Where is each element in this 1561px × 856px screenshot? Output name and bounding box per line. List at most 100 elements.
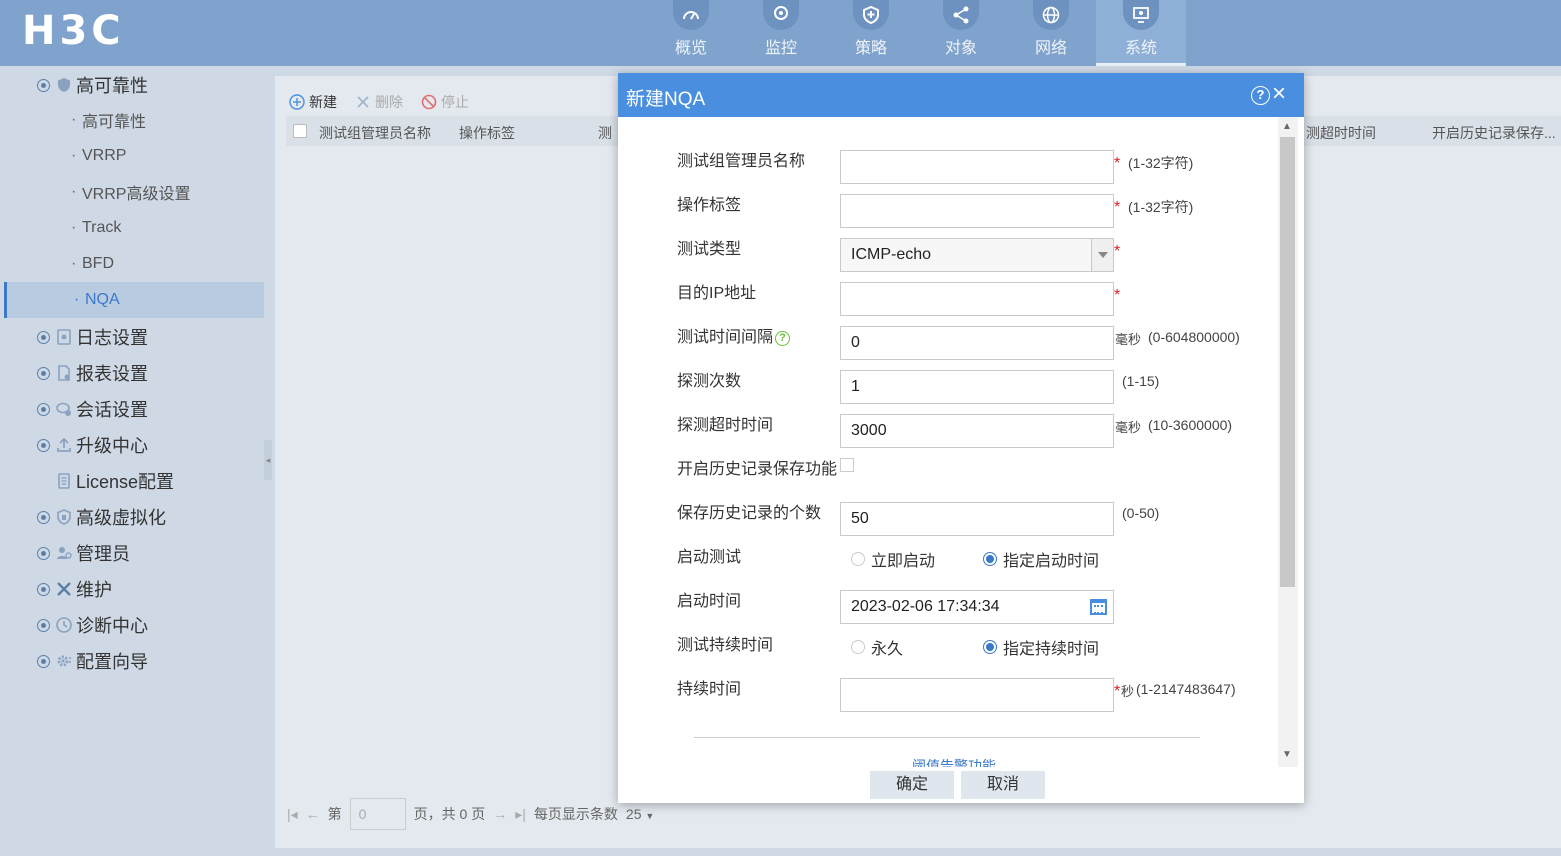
select-all-checkbox[interactable] — [293, 124, 307, 138]
sidebar-item-vrrp[interactable]: · VRRP — [0, 138, 264, 174]
ok-button[interactable]: 确定 — [870, 771, 954, 799]
nav-label: 网络 — [1034, 40, 1067, 57]
radio-button[interactable] — [983, 640, 997, 654]
sidebar-group-wizard[interactable]: 配置向导 — [0, 643, 264, 679]
last-page-icon[interactable]: ▸| — [515, 806, 526, 823]
top-bar: H3C 概览 监控 策略 对象 网络 系统 — [0, 0, 1561, 66]
upload-icon — [57, 437, 71, 452]
duration-specified-radio[interactable]: 指定持续时间 — [983, 635, 1099, 659]
sidebar-group-log[interactable]: 日志设置 — [0, 319, 264, 355]
sidebar-group-upgrade[interactable]: 升级中心 — [0, 427, 264, 463]
dest-ip-input[interactable] — [840, 282, 1114, 316]
users-icon — [57, 547, 72, 559]
nav-monitor[interactable]: 监控 — [736, 0, 826, 66]
sidebar-item-ha[interactable]: · 高可靠性 — [0, 102, 264, 138]
expand-icon[interactable] — [37, 654, 50, 668]
expand-icon[interactable] — [37, 330, 50, 344]
sidebar-item-label: Track — [82, 219, 122, 236]
field-label: 测试类型 — [677, 241, 742, 258]
radio-button[interactable] — [983, 552, 997, 566]
close-icon[interactable]: × — [1272, 82, 1286, 106]
nav-label: 系统 — [1124, 40, 1157, 57]
sidebar-item-license[interactable]: License配置 — [0, 463, 264, 499]
op-tag-input[interactable] — [840, 194, 1114, 228]
field-hint: (1-15) — [1122, 373, 1160, 389]
test-type-select[interactable]: ICMP-echo — [840, 238, 1114, 272]
expand-icon[interactable] — [37, 546, 50, 560]
column-header[interactable]: 操作标签 — [459, 123, 515, 143]
field-dest-ip: 目的IP地址 * — [618, 279, 1278, 316]
per-page-select[interactable]: 25 ▼ — [626, 806, 654, 822]
interval-input[interactable]: 0 — [840, 326, 1114, 360]
scroll-down-icon[interactable]: ▼ — [1282, 749, 1292, 760]
expand-icon[interactable] — [37, 78, 50, 92]
sidebar-group-report[interactable]: 报表设置 — [0, 355, 264, 391]
nav-system[interactable]: 系统 — [1096, 0, 1186, 66]
sidebar-group-diagnostics[interactable]: 诊断中心 — [0, 607, 264, 643]
sidebar-item-track[interactable]: · Track — [0, 210, 264, 246]
probe-timeout-input[interactable]: 3000 — [840, 414, 1114, 448]
sidebar-item-vrrp-advanced[interactable]: · VRRP高级设置 — [0, 174, 264, 210]
history-count-input[interactable]: 50 — [840, 502, 1114, 536]
nav-policy[interactable]: 策略 — [826, 0, 916, 66]
column-header[interactable]: 测试组管理员名称 — [319, 123, 431, 143]
help-icon[interactable]: ? — [775, 330, 791, 346]
dialog-scrollbar[interactable]: ▲ ▼ — [1278, 117, 1298, 767]
first-page-icon[interactable]: |◂ — [287, 806, 298, 823]
start-now-radio[interactable]: 立即启动 — [851, 547, 935, 571]
sidebar-item-bfd[interactable]: · BFD — [0, 246, 264, 282]
license-icon — [58, 473, 70, 489]
radio-button[interactable] — [851, 552, 865, 566]
column-header[interactable]: 开启历史记录保存... — [1432, 123, 1556, 143]
nav-overview[interactable]: 概览 — [646, 0, 736, 66]
sidebar-collapse-handle[interactable]: ◂ — [264, 440, 272, 480]
expand-icon[interactable] — [37, 618, 50, 632]
start-time-input[interactable]: 2023-02-06 17:34:34 — [840, 590, 1114, 624]
prev-page-icon[interactable]: ← — [306, 806, 320, 822]
column-header[interactable]: 测 — [598, 123, 612, 143]
help-icon[interactable]: ? — [1251, 86, 1270, 105]
sidebar-group-session[interactable]: 会话设置 — [0, 391, 264, 427]
start-time-value: 2023-02-06 17:34:34 — [851, 598, 1000, 615]
threshold-alarm-link[interactable]: 阈值告警功能 — [912, 756, 996, 767]
per-page-value: 25 — [625, 806, 642, 822]
start-scheduled-radio[interactable]: 指定启动时间 — [983, 547, 1099, 571]
admin-name-input[interactable] — [840, 150, 1114, 184]
cancel-button[interactable]: 取消 — [961, 771, 1045, 799]
sidebar-group-virtualization[interactable]: 高级虚拟化 — [0, 499, 264, 535]
dialog-header: 新建NQA ? × — [618, 73, 1304, 117]
duration-forever-radio[interactable]: 永久 — [851, 635, 903, 659]
column-header[interactable]: 测超时时间 — [1306, 123, 1376, 143]
new-button[interactable]: 新建 — [289, 92, 337, 112]
next-page-icon[interactable]: → — [493, 806, 507, 822]
history-enable-checkbox[interactable] — [840, 458, 854, 472]
duration-input[interactable] — [840, 678, 1114, 712]
sidebar-group-admin[interactable]: 管理员 — [0, 535, 264, 571]
sidebar-group-ha[interactable]: 高可靠性 — [0, 67, 264, 103]
expand-icon[interactable] — [37, 510, 50, 524]
sidebar-item-label: NQA — [85, 291, 120, 308]
scroll-up-icon[interactable]: ▲ — [1282, 121, 1292, 132]
field-probe-count: 探测次数 1 (1-15) — [618, 367, 1278, 404]
expand-icon[interactable] — [37, 438, 50, 452]
nav-network[interactable]: 网络 — [1006, 0, 1096, 66]
required-mark: * — [1114, 199, 1121, 216]
page-number-input[interactable]: 0 — [349, 798, 406, 830]
expand-icon[interactable] — [37, 366, 50, 380]
calendar-icon[interactable] — [1090, 599, 1107, 615]
pager-label: 第 — [327, 806, 342, 822]
field-op-tag: 操作标签 * (1-32字符) — [618, 191, 1278, 228]
stop-button[interactable]: 停止 — [421, 92, 469, 112]
chevron-down-icon[interactable] — [1091, 239, 1113, 271]
scroll-thumb[interactable] — [1280, 137, 1295, 587]
sidebar-item-nqa[interactable]: · NQA — [4, 282, 264, 318]
field-duration: 持续时间 * 秒 (1-2147483647) — [618, 675, 1278, 712]
expand-icon[interactable] — [37, 402, 50, 416]
expand-icon[interactable] — [37, 582, 50, 596]
nav-object[interactable]: 对象 — [916, 0, 1006, 66]
probe-count-input[interactable]: 1 — [840, 370, 1114, 404]
sidebar-group-label: 高可靠性 — [76, 76, 148, 96]
sidebar-group-maintenance[interactable]: 维护 — [0, 571, 264, 607]
delete-button[interactable]: 删除 — [355, 92, 403, 112]
radio-button[interactable] — [851, 640, 865, 654]
